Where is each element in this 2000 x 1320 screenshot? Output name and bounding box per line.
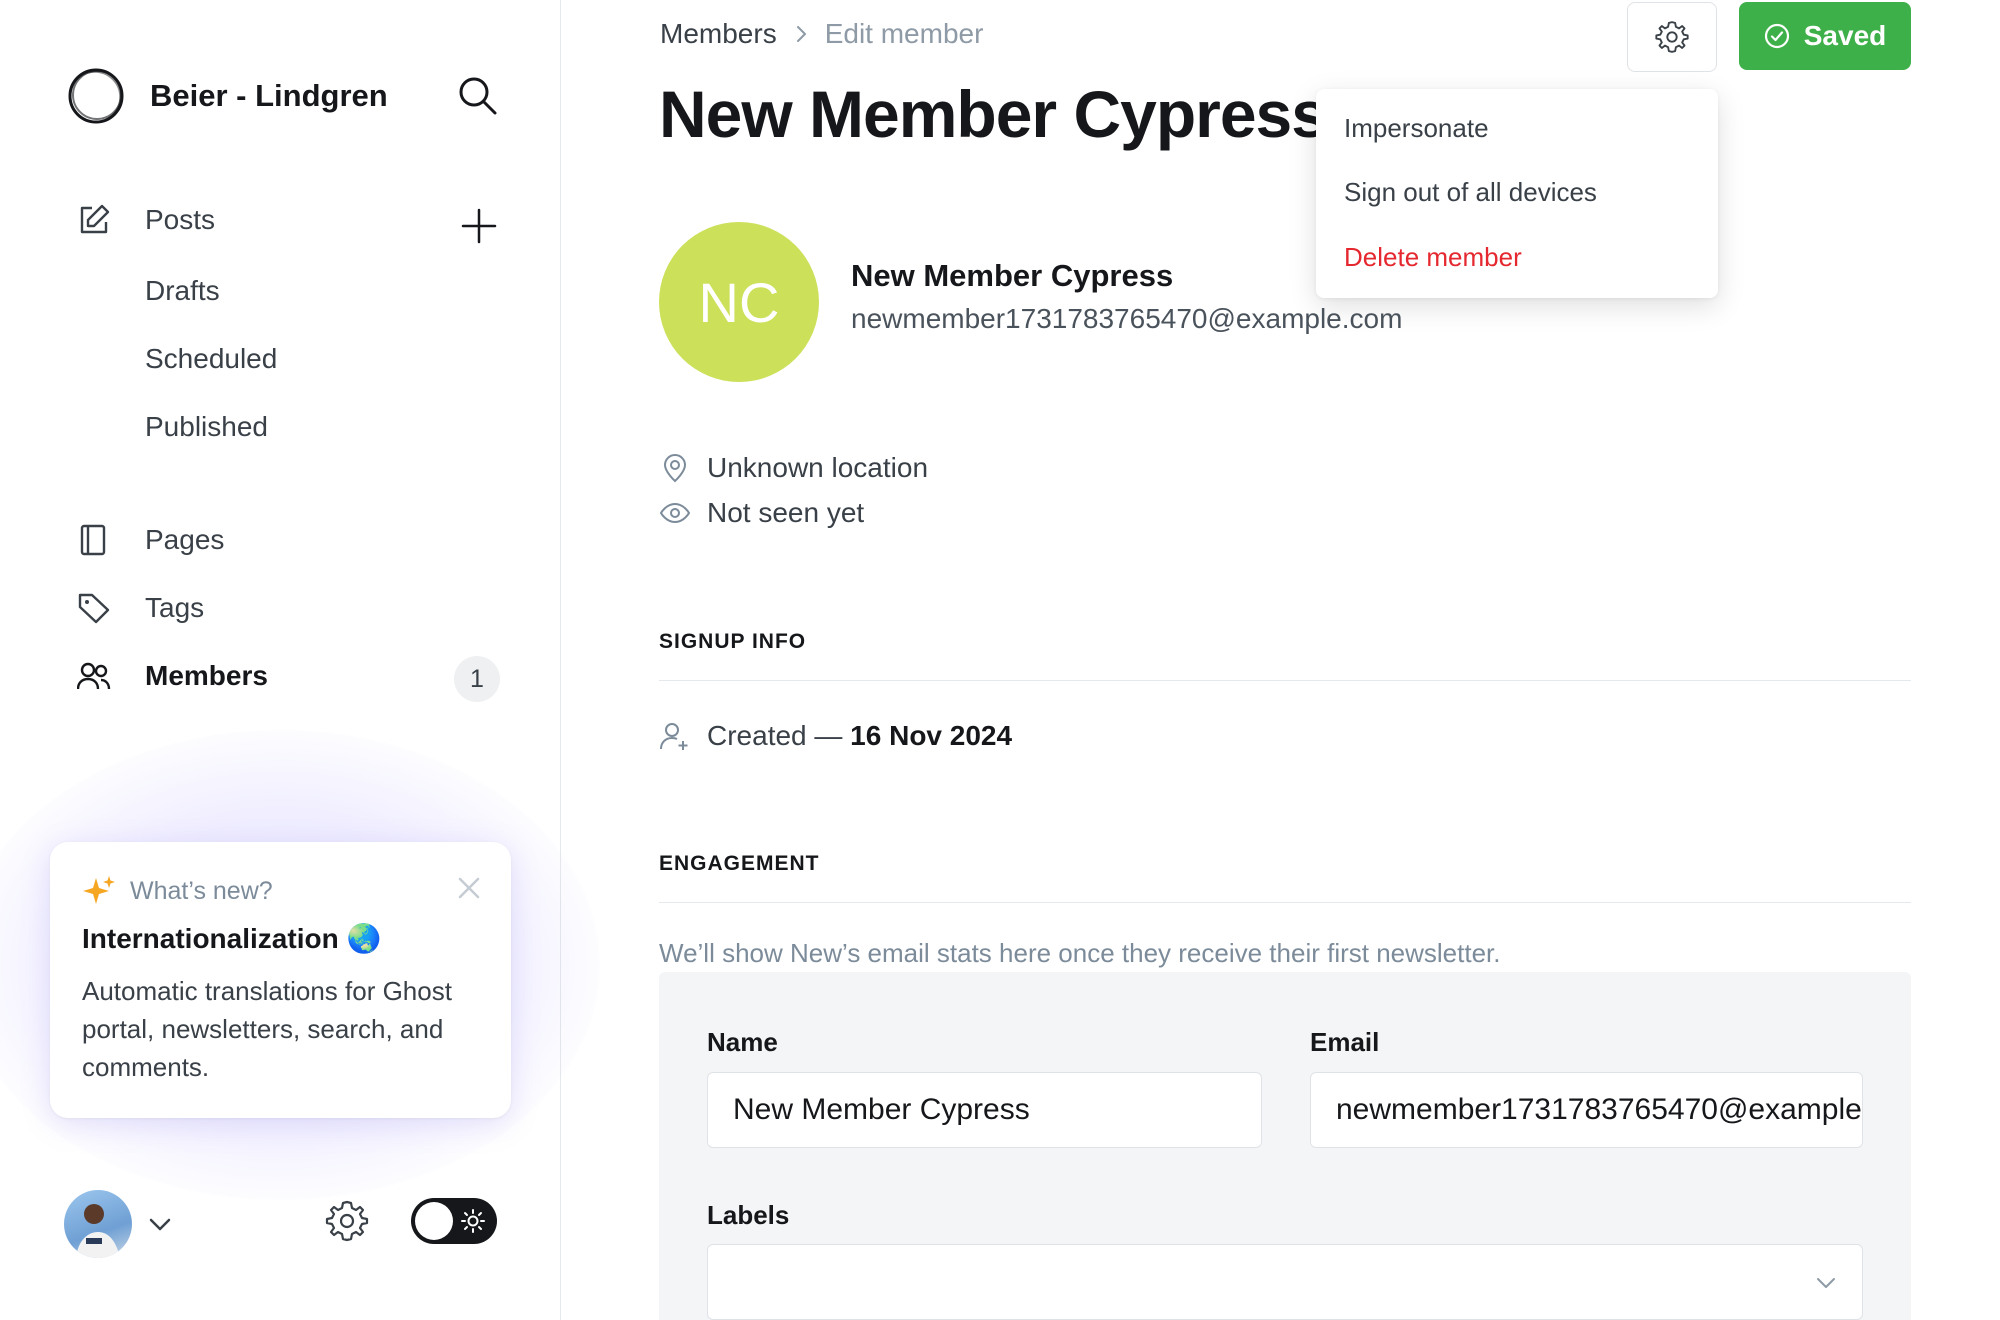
breadcrumb-current: Edit member [824, 18, 984, 49]
chevron-down-icon [1817, 1278, 1835, 1288]
divider [659, 902, 1911, 903]
member-form: Name New Member Cypress Email newmember1… [659, 972, 1911, 1320]
sidebar-item-label: Posts [145, 204, 216, 235]
sidebar-item-scheduled[interactable]: Scheduled [145, 343, 277, 375]
close-icon[interactable] [455, 874, 483, 902]
add-post-icon[interactable] [460, 207, 498, 245]
menu-item-delete-member[interactable]: Delete member [1344, 242, 1522, 273]
member-name: New Member Cypress [851, 258, 1174, 293]
sidebar-item-pages[interactable]: Pages [76, 522, 224, 558]
theme-toggle[interactable] [411, 1198, 497, 1244]
brand-logo-icon [68, 68, 124, 124]
breadcrumb-members-link[interactable]: Members [660, 18, 777, 50]
sidebar: Beier - Lindgren Posts Drafts Scheduled … [0, 0, 600, 1320]
sidebar-item-posts[interactable]: Posts [76, 202, 215, 238]
last-seen-text: Not seen yet [707, 497, 865, 528]
member-last-seen: Not seen yet [659, 497, 864, 529]
sidebar-item-published[interactable]: Published [145, 411, 268, 443]
user-avatar[interactable] [64, 1190, 132, 1258]
search-icon[interactable] [456, 74, 498, 116]
sun-icon [461, 1209, 485, 1233]
members-count-badge: 1 [454, 656, 500, 702]
signup-info-heading: SIGNUP INFO [659, 630, 807, 653]
location-pin-icon [663, 454, 687, 483]
created-prefix: Created — [707, 720, 851, 751]
gear-icon [1655, 21, 1689, 53]
brand[interactable]: Beier - Lindgren [66, 66, 388, 126]
location-text: Unknown location [707, 452, 929, 483]
members-icon [76, 658, 112, 694]
labels-select[interactable] [707, 1244, 1863, 1320]
member-settings-button[interactable] [1627, 2, 1717, 72]
member-avatar: NC [659, 222, 819, 382]
divider [659, 680, 1911, 681]
chevron-down-icon[interactable] [146, 1210, 174, 1238]
engagement-note: We’ll show New’s email stats here once t… [659, 938, 1501, 968]
sparkle-icon [83, 876, 115, 904]
user-photo-icon [76, 1204, 120, 1258]
labels-label: Labels [707, 1200, 790, 1230]
eye-icon [659, 502, 691, 524]
saved-button[interactable]: Saved [1739, 2, 1911, 70]
brand-name: Beier - Lindgren [150, 78, 388, 113]
tag-icon [76, 590, 112, 626]
sidebar-item-tags[interactable]: Tags [76, 590, 204, 626]
name-input[interactable]: New Member Cypress [707, 1072, 1262, 1148]
menu-item-impersonate[interactable]: Impersonate [1344, 113, 1489, 144]
chevron-right-icon [796, 26, 806, 42]
check-circle-icon [1764, 23, 1789, 49]
page-title: New Member Cypress [659, 77, 1328, 151]
engagement-heading: ENGAGEMENT [659, 852, 820, 875]
breadcrumb: Members Edit member [660, 18, 983, 50]
whats-new-title: Internationalization 🌏 [82, 923, 382, 954]
email-input[interactable]: newmember1731783765470@example.com [1310, 1072, 1863, 1148]
sidebar-item-label: Pages [145, 524, 225, 555]
created-date: 16 Nov 2024 [850, 720, 1013, 751]
member-location: Unknown location [659, 452, 928, 484]
toggle-knob [415, 1202, 453, 1240]
menu-item-sign-out-all-devices[interactable]: Sign out of all devices [1344, 177, 1597, 208]
whats-new-header: What’s new? [82, 874, 273, 908]
sidebar-item-label: Tags [145, 592, 205, 623]
page-icon [76, 522, 112, 558]
member-settings-menu: Impersonate Sign out of all devices Dele… [1316, 89, 1718, 298]
user-add-icon [660, 723, 688, 750]
whats-new-body: Automatic translations for Ghost portal,… [82, 976, 452, 1082]
whats-new-card[interactable]: What’s new? Internationalization 🌏 Autom… [50, 842, 511, 1118]
email-label: Email [1310, 1027, 1380, 1057]
edit-icon [76, 202, 112, 238]
created-row: Created — 16 Nov 2024 [659, 720, 1012, 752]
sidebar-item-label: Members [145, 660, 268, 691]
sidebar-item-drafts[interactable]: Drafts [145, 275, 220, 307]
sidebar-item-members[interactable]: Members [76, 658, 268, 694]
name-label: Name [707, 1027, 778, 1057]
saved-button-label: Saved [1803, 20, 1887, 51]
member-email: newmember1731783765470@example.com [851, 303, 1403, 334]
settings-gear-icon[interactable] [324, 1198, 370, 1244]
created-text: Created — 16 Nov 2024 [707, 720, 1012, 752]
whats-new-label: What’s new? [130, 876, 273, 905]
